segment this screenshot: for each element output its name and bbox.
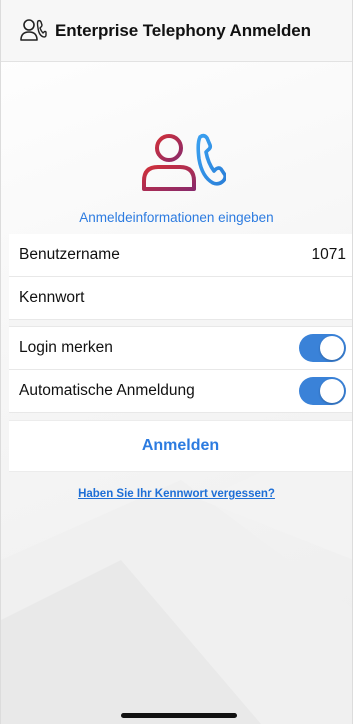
- auto-login-label: Automatische Anmeldung: [19, 382, 195, 399]
- contact-phone-icon: [19, 18, 47, 44]
- password-field[interactable]: Kennwort: [9, 277, 352, 320]
- username-label: Benutzername: [19, 246, 120, 263]
- username-field[interactable]: Benutzername 1071: [9, 234, 352, 277]
- home-indicator[interactable]: [121, 713, 237, 718]
- password-label: Kennwort: [19, 289, 85, 306]
- forgot-password-link[interactable]: Haben Sie Ihr Kennwort vergessen?: [1, 488, 352, 500]
- section-divider: [9, 320, 352, 327]
- auto-login-toggle[interactable]: [299, 377, 346, 405]
- user-phone-logo-icon: [138, 131, 227, 195]
- login-form: Benutzername 1071 Kennwort Login merken …: [9, 234, 352, 413]
- toggle-knob: [320, 336, 344, 360]
- remember-login-row: Login merken: [9, 327, 352, 370]
- auto-login-row: Automatische Anmeldung: [9, 370, 352, 413]
- login-screen: Enterprise Telephony Anmelden Anmeldeinf…: [0, 0, 353, 724]
- app-header: Enterprise Telephony Anmelden: [1, 0, 352, 62]
- credentials-prompt: Anmeldeinformationen eingeben: [79, 210, 274, 225]
- remember-login-toggle[interactable]: [299, 334, 346, 362]
- page-title: Enterprise Telephony Anmelden: [55, 20, 311, 40]
- remember-login-label: Login merken: [19, 339, 113, 356]
- signin-row: Anmelden: [9, 420, 352, 472]
- signin-button[interactable]: Anmelden: [142, 437, 219, 455]
- toggle-knob: [320, 379, 344, 403]
- username-value[interactable]: 1071: [312, 246, 346, 264]
